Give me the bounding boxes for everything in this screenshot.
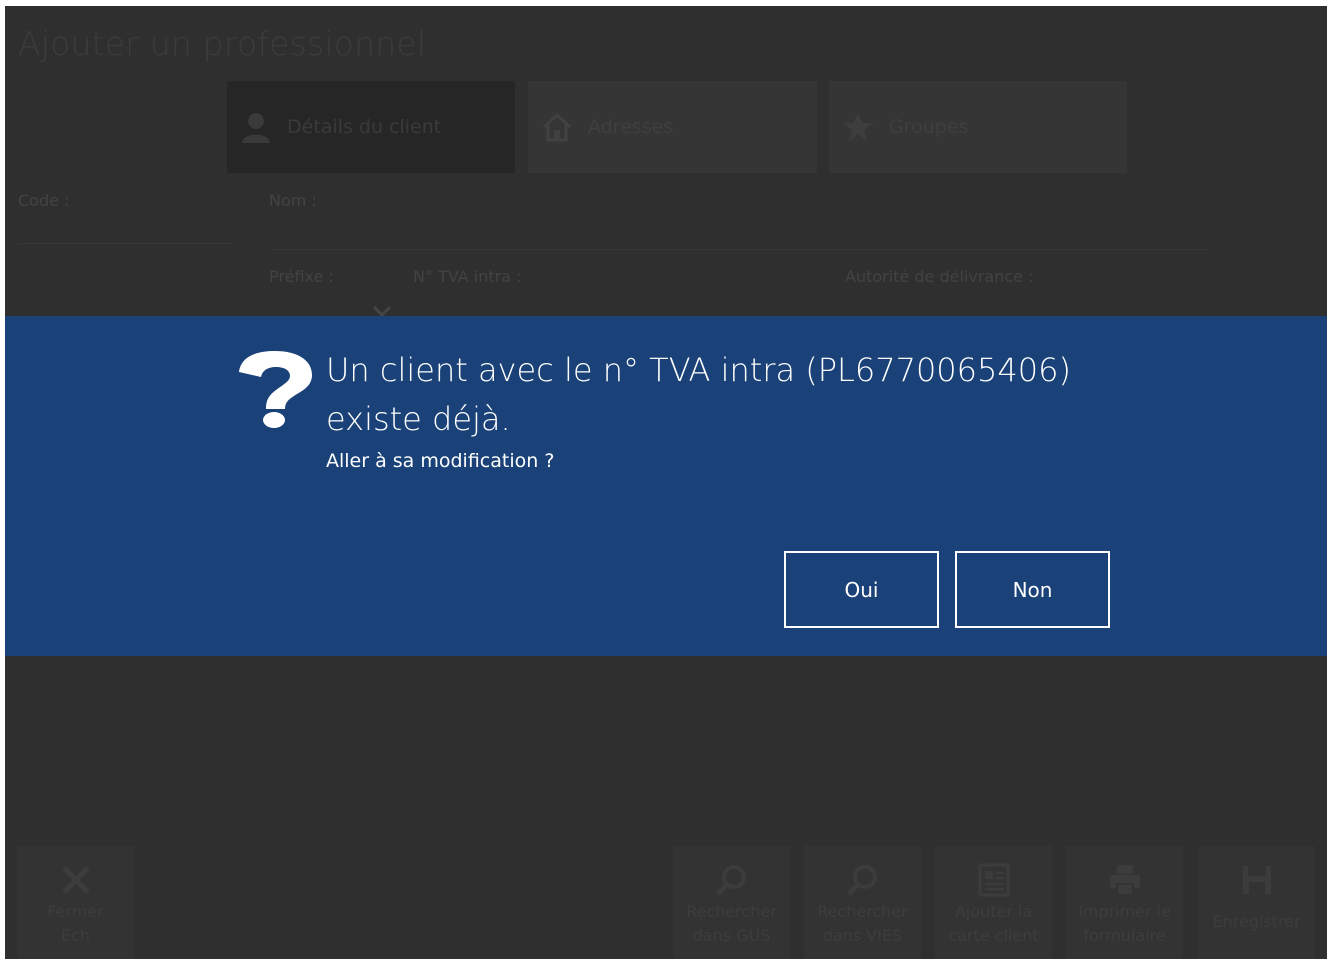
tab-label: Adresses [588,116,674,138]
card-label-line2: carte client [948,926,1039,945]
search-icon [715,865,746,896]
print-form-button[interactable]: Imprimer le formulaire [1066,846,1183,959]
tab-addresses[interactable]: Adresses [528,81,817,173]
dialog-message: Un client avec le n° TVA intra (PL677006… [326,351,1071,438]
print-label-line1: Imprimer le [1078,902,1171,921]
code-label: Code : [18,191,70,210]
yes-button[interactable]: Oui [784,551,939,628]
confirm-dialog: Un client avec le n° TVA intra (PL677006… [5,316,1327,656]
search-gus-button[interactable]: Rechercher dans GUS [673,846,790,959]
close-label-line2: Ech [60,926,91,945]
autorite-label: Autorité de délivrance : [845,267,1034,286]
star-icon [843,113,873,141]
search-vies-button[interactable]: Rechercher dans VIES [804,846,921,959]
printer-icon [1109,865,1140,896]
close-button[interactable]: Fermer Ech [17,846,134,959]
question-icon [239,351,312,428]
gus-label-line2: dans GUS [692,926,771,945]
person-icon [242,113,270,143]
id-card-icon [978,863,1009,897]
nom-field[interactable] [269,249,1207,250]
save-icon [1242,866,1271,894]
tva-label: N° TVA intra : [413,267,522,286]
tab-label: Groupes [889,116,969,138]
dialog-question: Aller à sa modification ? [326,450,555,472]
search-icon [846,865,877,896]
gus-label-line1: Rechercher [686,902,777,921]
add-client-card-button[interactable]: Ajouter la carte client [935,846,1052,959]
code-field[interactable] [18,243,233,244]
print-label-line2: formulaire [1083,926,1166,945]
tab-client-details[interactable]: Détails du client [227,81,515,173]
close-icon [61,866,90,894]
vies-label-line2: dans VIES [822,926,903,945]
tab-groups[interactable]: Groupes [829,81,1127,173]
save-button[interactable]: Enregistrer [1198,846,1315,959]
page-title: Ajouter un professionnel [18,24,427,63]
prefixe-label: Préfixe : [269,267,334,286]
home-icon [542,112,572,142]
nom-label: Nom : [269,191,317,210]
vies-label-line1: Rechercher [817,902,908,921]
card-label-line1: Ajouter la [954,902,1033,921]
no-button[interactable]: Non [955,551,1110,628]
save-label: Enregistrer [1212,912,1301,931]
close-label-line1: Fermer [47,902,104,921]
tab-label: Détails du client [287,116,442,138]
